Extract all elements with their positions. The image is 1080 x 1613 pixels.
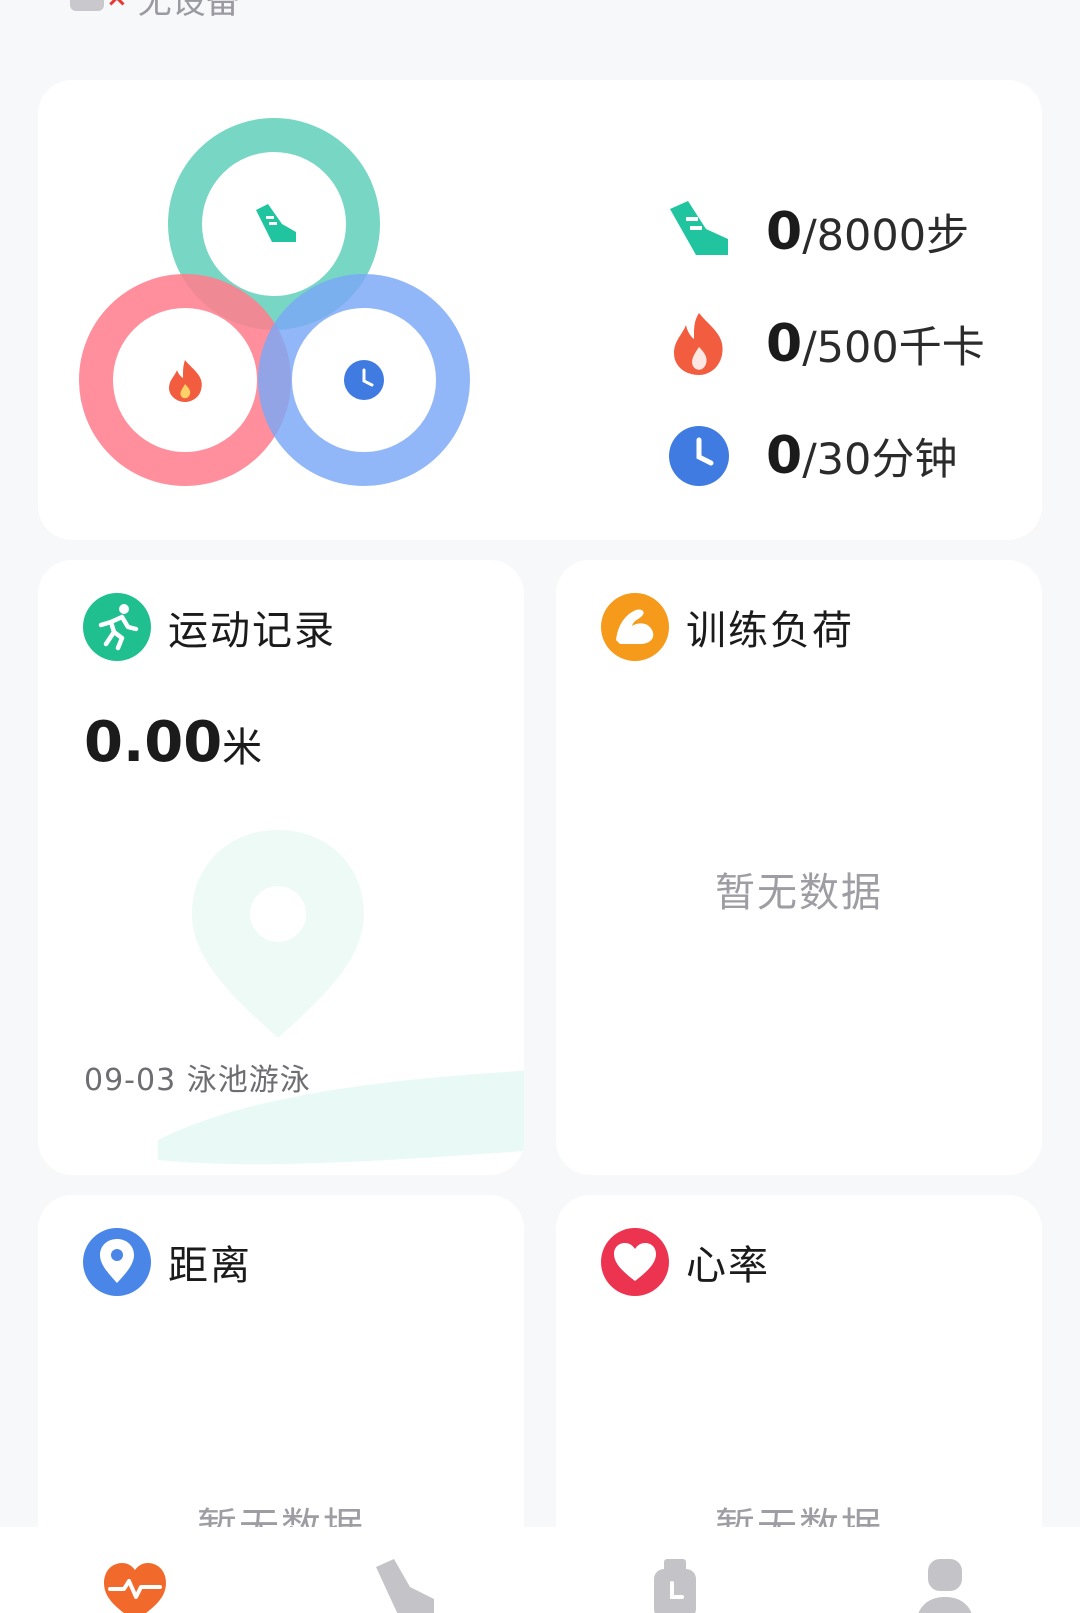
minutes-value: 0	[766, 426, 803, 486]
heart-rate-title: 心率	[686, 1243, 770, 1289]
fire-icon	[674, 313, 723, 375]
heart-icon	[601, 1228, 669, 1296]
watch-icon	[654, 1559, 696, 1613]
location-pin-icon	[83, 1228, 151, 1296]
disconnected-mark: ×	[106, 0, 128, 13]
clock-icon	[669, 426, 729, 486]
device-status-text: 无设备	[137, 0, 240, 22]
device-status[interactable]: × 无设备	[70, 0, 240, 22]
shoe-icon	[376, 1559, 434, 1613]
calories-value: 0	[766, 314, 803, 374]
daily-goals-card[interactable]: 0 /8000步 0 /500千卡 0 /30分钟	[38, 80, 1042, 540]
calories-target: /500千卡	[802, 323, 985, 373]
training-load-title: 训练负荷	[686, 608, 854, 654]
person-icon	[918, 1559, 972, 1613]
goal-minutes: 0 /30分钟	[666, 400, 985, 512]
goal-calories: 0 /500千卡	[666, 288, 985, 400]
exercise-distance-value: 0.00	[84, 710, 223, 775]
nav-profile[interactable]	[885, 1527, 1005, 1613]
goal-list: 0 /8000步 0 /500千卡 0 /30分钟	[666, 176, 985, 512]
activity-rings	[79, 118, 470, 486]
exercise-record-title: 运动记录	[168, 608, 336, 654]
ring-clock-icon	[344, 360, 384, 400]
exercise-distance: 0.00米	[84, 710, 262, 775]
map-pin-illustration-icon	[158, 830, 524, 1165]
distance-header: 距离	[82, 1227, 252, 1297]
exercise-record-card[interactable]: 运动记录 0.00米 09-03 泳池游泳	[38, 560, 524, 1175]
bottom-nav	[0, 1527, 1080, 1613]
training-load-empty: 暂无数据	[715, 870, 883, 916]
goal-steps: 0 /8000步	[666, 176, 985, 288]
shoe-icon	[670, 201, 728, 255]
training-load-header: 训练负荷	[600, 592, 854, 662]
minutes-target: /30分钟	[802, 435, 958, 485]
last-activity: 09-03 泳池游泳	[84, 1063, 311, 1098]
watch-disconnected-icon	[70, 0, 104, 11]
flexed-arm-icon	[601, 593, 669, 661]
exercise-distance-unit: 米	[222, 725, 263, 771]
steps-value: 0	[766, 202, 803, 262]
steps-target: /8000步	[802, 211, 970, 261]
training-load-card[interactable]: 训练负荷 暂无数据	[556, 560, 1042, 1175]
exercise-record-header: 运动记录	[82, 592, 336, 662]
nav-sport[interactable]	[345, 1527, 465, 1613]
distance-title: 距离	[168, 1243, 252, 1289]
health-home-screen: × 无设备	[0, 0, 1080, 1613]
ring-fire-icon	[169, 360, 202, 402]
ring-shoe-icon	[256, 204, 296, 242]
nav-health[interactable]	[75, 1527, 195, 1613]
running-person-icon	[83, 593, 151, 661]
nav-device[interactable]	[615, 1527, 735, 1613]
heart-pulse-icon	[104, 1563, 166, 1613]
heart-rate-header: 心率	[600, 1227, 770, 1297]
